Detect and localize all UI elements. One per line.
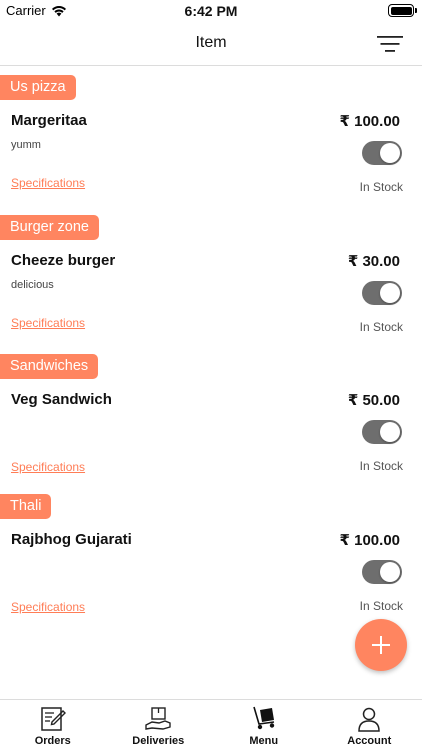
item-price: ₹ 50.00 bbox=[347, 392, 400, 409]
item-list: Us pizza Margeritaa ₹ 100.00 yumm Specif… bbox=[0, 66, 422, 624]
item-price: ₹ 30.00 bbox=[347, 252, 400, 270]
tab-deliveries[interactable]: Deliveries bbox=[106, 700, 212, 750]
category-tag: Us pizza bbox=[0, 75, 76, 100]
tab-label: Account bbox=[347, 735, 392, 747]
item-name: Rajbhog Gujarati bbox=[11, 530, 132, 548]
item-name: Cheeze burger bbox=[11, 251, 116, 269]
tab-orders[interactable]: Orders bbox=[0, 700, 106, 750]
stock-toggle[interactable] bbox=[362, 420, 402, 444]
item-section: Us pizza Margeritaa ₹ 100.00 yumm Specif… bbox=[0, 66, 422, 206]
specifications-link[interactable]: Specifications bbox=[11, 316, 85, 330]
category-tag: Burger zone bbox=[0, 214, 99, 240]
add-item-button[interactable] bbox=[355, 619, 407, 671]
status-time: 6:42 PM bbox=[184, 3, 238, 19]
tab-account[interactable]: Account bbox=[317, 700, 422, 750]
tab-bar: Orders Deliveries Menu Account bbox=[0, 699, 422, 750]
item-section: Thali Rajbhog Gujarati ₹ 100.00 Specific… bbox=[0, 485, 422, 625]
specifications-link[interactable]: Specifications bbox=[11, 460, 85, 474]
stock-status: In Stock bbox=[359, 180, 403, 194]
item-description: delicious bbox=[11, 278, 54, 291]
tab-label: Orders bbox=[34, 735, 71, 747]
stock-toggle[interactable] bbox=[362, 141, 402, 165]
category-tag: Thali bbox=[0, 493, 52, 519]
stock-toggle[interactable] bbox=[362, 280, 402, 305]
nav-bar: Item bbox=[0, 22, 422, 66]
stock-status: In Stock bbox=[359, 459, 403, 473]
orders-icon bbox=[41, 707, 66, 731]
item-price: ₹ 100.00 bbox=[339, 531, 400, 549]
item-description: yumm bbox=[11, 139, 41, 151]
category-tag: Sandwiches bbox=[0, 354, 99, 379]
toggle-knob bbox=[380, 282, 400, 303]
item-price: ₹ 100.00 bbox=[339, 113, 400, 130]
tab-label: Deliveries bbox=[132, 735, 185, 747]
item-name: Margeritaa bbox=[11, 112, 87, 129]
item-name: Veg Sandwich bbox=[11, 391, 112, 408]
item-section: Burger zone Cheeze burger ₹ 30.00 delici… bbox=[0, 206, 422, 346]
filter-icon[interactable] bbox=[376, 33, 404, 55]
menu-trolley-icon bbox=[252, 706, 274, 730]
account-icon bbox=[358, 707, 381, 732]
status-bar: Carrier 6:42 PM bbox=[0, 0, 422, 22]
specifications-link[interactable]: Specifications bbox=[11, 600, 85, 614]
stock-status: In Stock bbox=[359, 598, 403, 613]
plus-icon bbox=[372, 636, 390, 654]
toggle-knob bbox=[380, 422, 400, 442]
battery-icon bbox=[388, 4, 417, 17]
stock-toggle[interactable] bbox=[362, 559, 402, 584]
stock-status: In Stock bbox=[359, 319, 403, 334]
toggle-knob bbox=[380, 561, 400, 582]
tab-menu[interactable]: Menu bbox=[211, 700, 317, 750]
deliveries-icon bbox=[145, 707, 171, 730]
toggle-knob bbox=[380, 143, 400, 163]
page-title: Item bbox=[195, 34, 227, 51]
item-section: Sandwiches Veg Sandwich ₹ 50.00 Specific… bbox=[0, 345, 422, 485]
tab-label: Menu bbox=[249, 735, 279, 747]
specifications-link[interactable]: Specifications bbox=[11, 176, 85, 190]
